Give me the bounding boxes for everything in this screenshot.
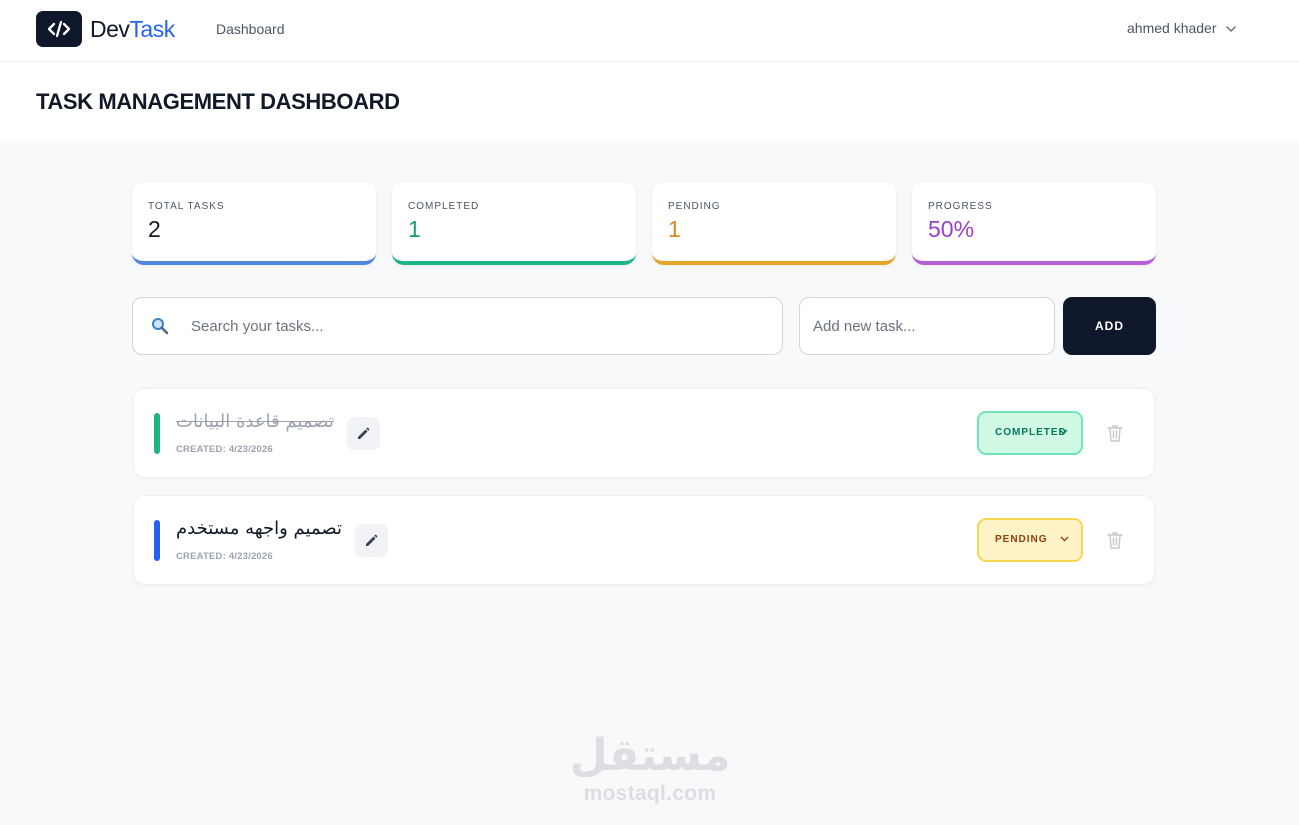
code-logo-icon[interactable] <box>36 11 82 47</box>
edit-task-button[interactable] <box>347 417 380 450</box>
brand-name[interactable]: DevTask <box>90 16 175 43</box>
stat-card-pending: PENDING 1 <box>652 182 896 265</box>
pencil-icon <box>358 427 370 439</box>
task-status-indicator <box>154 413 160 454</box>
stat-label: PENDING <box>668 201 721 212</box>
user-name: ahmed khader <box>1127 20 1217 36</box>
stat-label: COMPLETED <box>408 201 480 212</box>
task-status-select[interactable]: PENDING <box>977 518 1083 562</box>
stat-card-completed: COMPLETED 1 <box>392 182 636 265</box>
page-header: TASK MANAGEMENT DASHBOARD <box>0 62 1299 143</box>
task-title: تصميم قاعدة البيانات <box>176 411 334 432</box>
search-box <box>132 297 783 355</box>
task-created-date: CREATED: 4/23/2026 <box>176 551 273 562</box>
stat-value: 50% <box>928 216 975 242</box>
search-icon <box>151 317 169 340</box>
stat-value: 1 <box>408 216 421 242</box>
stat-label: TOTAL TASKS <box>148 201 225 212</box>
task-card: تصميم قاعدة البيانات CREATED: 4/23/2026 … <box>133 388 1155 478</box>
task-status-label: COMPLETED <box>995 427 1067 438</box>
chevron-down-icon <box>1060 534 1069 545</box>
stat-card-total-tasks: TOTAL TASKS 2 <box>132 182 376 265</box>
stat-card-progress: PROGRESS 50% <box>912 182 1156 265</box>
trash-icon <box>1107 532 1123 549</box>
stat-label: PROGRESS <box>928 201 993 212</box>
top-navbar: DevTask Dashboard ahmed khader <box>0 0 1299 62</box>
watermark-latin: mostaql.com <box>583 782 717 805</box>
task-title: تصميم واجهه مستخدم <box>176 518 342 539</box>
page-title: TASK MANAGEMENT DASHBOARD <box>36 89 400 114</box>
watermark-arabic: مستقل <box>569 730 731 781</box>
task-created-date: CREATED: 4/23/2026 <box>176 444 273 455</box>
delete-task-button[interactable] <box>1107 531 1123 554</box>
task-status-label: PENDING <box>995 534 1048 545</box>
add-task-box <box>799 297 1055 355</box>
user-menu[interactable]: ahmed khader <box>1127 20 1236 36</box>
brand-name-part1: Dev <box>90 16 130 42</box>
add-task-input[interactable] <box>813 298 1043 354</box>
chevron-down-icon <box>1059 427 1068 438</box>
task-status-select[interactable]: COMPLETED <box>977 411 1083 455</box>
nav-link-dashboard[interactable]: Dashboard <box>216 21 285 37</box>
pencil-icon <box>366 534 378 546</box>
add-task-button[interactable]: ADD <box>1063 297 1156 355</box>
chevron-down-icon <box>1225 20 1236 36</box>
stat-value: 2 <box>148 216 161 242</box>
search-input[interactable] <box>191 298 771 354</box>
edit-task-button[interactable] <box>355 524 388 557</box>
delete-task-button[interactable] <box>1107 424 1123 447</box>
task-card: تصميم واجهه مستخدم CREATED: 4/23/2026 PE… <box>133 495 1155 585</box>
brand-name-part2: Task <box>129 16 175 42</box>
stat-value: 1 <box>668 216 681 242</box>
task-status-indicator <box>154 520 160 561</box>
trash-icon <box>1107 425 1123 442</box>
watermark: مستقل mostaql.com <box>560 730 740 806</box>
